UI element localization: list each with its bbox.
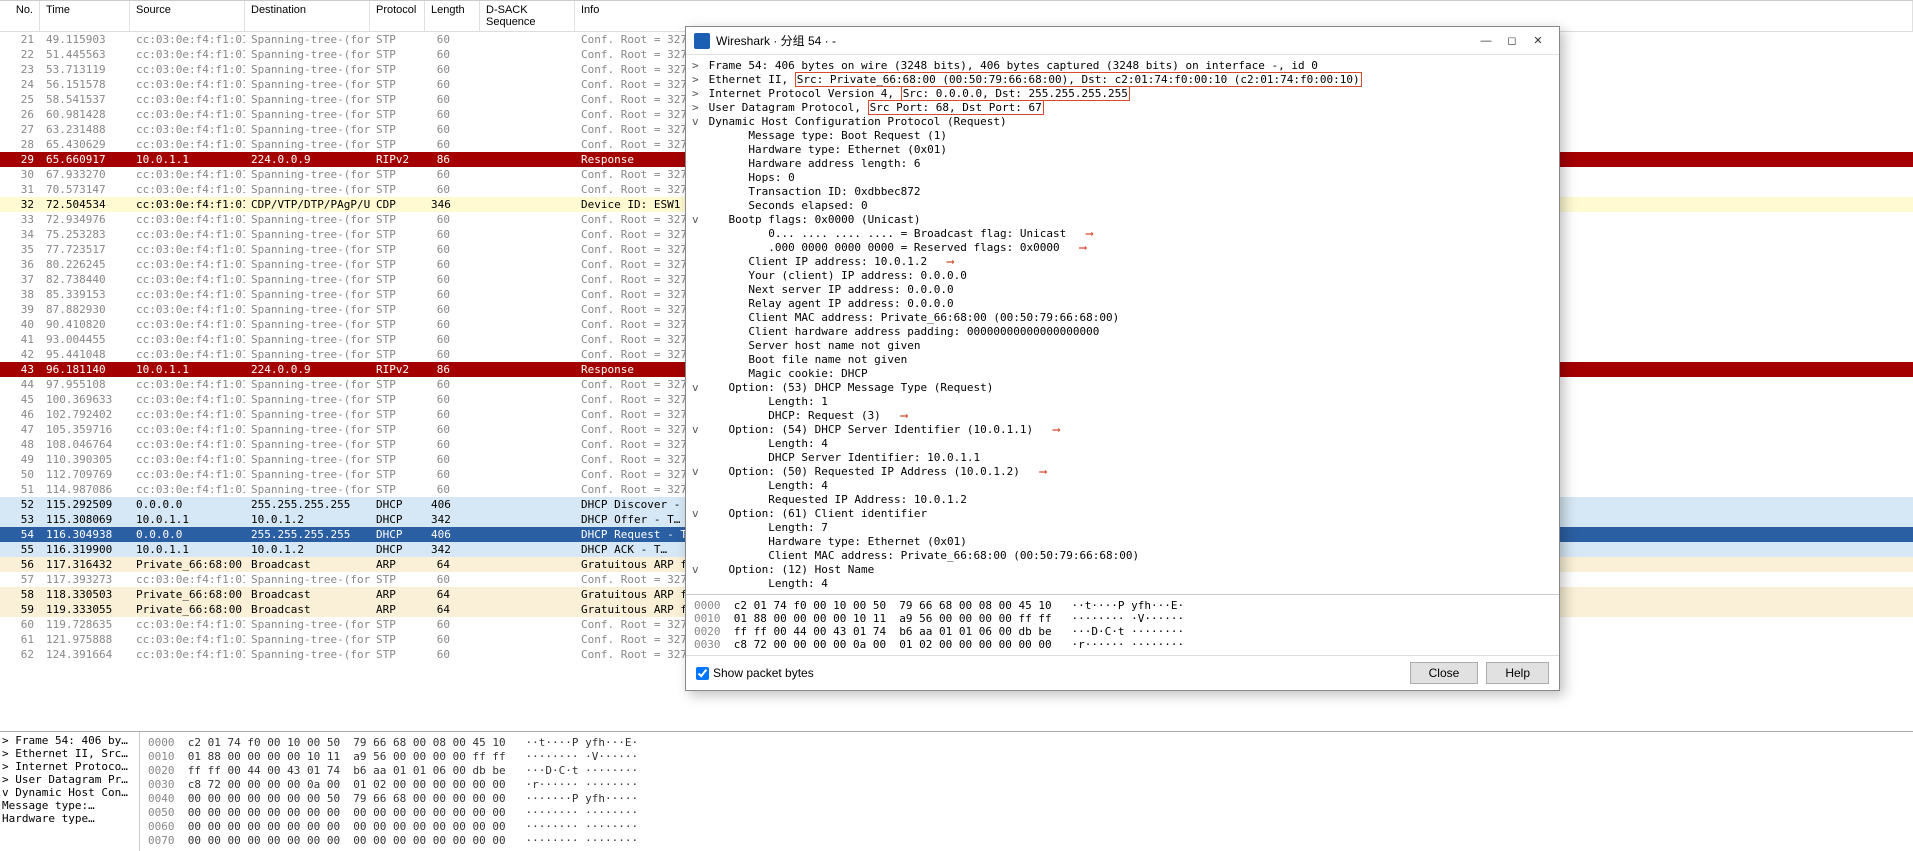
hex-line[interactable]: 0030 c8 72 00 00 00 00 0a 00 01 02 00 00… — [148, 778, 1905, 792]
annotation-arrow-icon: ⟶ — [1086, 227, 1093, 240]
dialog-tree-line[interactable]: Length: 4 — [692, 577, 1553, 591]
dialog-tree-line[interactable]: DHCP: Request (3) ⟶ — [692, 409, 1553, 423]
tree-line[interactable]: Message type:… — [2, 799, 137, 812]
packet-bytes-hex-small[interactable]: 0000 c2 01 74 f0 00 10 00 50 79 66 68 00… — [140, 732, 1913, 851]
dialog-tree-line[interactable]: Next server IP address: 0.0.0.0 — [692, 283, 1553, 297]
tree-line[interactable]: > User Datagram Pr… — [2, 773, 137, 786]
dialog-tree-line[interactable]: v Option: (12) Host Name — [692, 563, 1553, 577]
dialog-tree-line[interactable]: Relay agent IP address: 0.0.0.0 — [692, 297, 1553, 311]
dialog-tree-line[interactable]: Transaction ID: 0xdbbec872 — [692, 185, 1553, 199]
hex-line[interactable]: 0020 ff ff 00 44 00 43 01 74 b6 aa 01 01… — [148, 764, 1905, 778]
dialog-tree-line[interactable]: Length: 4 — [692, 437, 1553, 451]
dialog-tree-line[interactable]: Client hardware address padding: 0000000… — [692, 325, 1553, 339]
col-header-protocol[interactable]: Protocol — [370, 1, 425, 31]
dialog-tree-line[interactable]: .000 0000 0000 0000 = Reserved flags: 0x… — [692, 241, 1553, 255]
dialog-tree-line[interactable]: Hops: 0 — [692, 171, 1553, 185]
hex-line[interactable]: 0040 00 00 00 00 00 00 00 50 79 66 68 00… — [148, 792, 1905, 806]
tree-line[interactable]: v Dynamic Host Con… — [2, 786, 137, 799]
dialog-hex-line[interactable]: 0010 01 88 00 00 00 00 10 11 a9 56 00 00… — [694, 612, 1551, 625]
dialog-hex-pane[interactable]: 0000 c2 01 74 f0 00 10 00 50 79 66 68 00… — [686, 594, 1559, 655]
dialog-tree-line[interactable]: v Bootp flags: 0x0000 (Unicast) — [692, 213, 1553, 227]
dialog-tree-line[interactable]: > Internet Protocol Version 4, Src: 0.0.… — [692, 87, 1553, 101]
tree-line[interactable]: > Frame 54: 406 by… — [2, 734, 137, 747]
dialog-tree-line[interactable]: Client MAC address: Private_66:68:00 (00… — [692, 311, 1553, 325]
dialog-hex-line[interactable]: 0000 c2 01 74 f0 00 10 00 50 79 66 68 00… — [694, 599, 1551, 612]
show-packet-bytes-label: Show packet bytes — [713, 666, 814, 680]
dialog-tree-line[interactable]: v Option: (61) Client identifier — [692, 507, 1553, 521]
close-button[interactable]: ✕ — [1525, 31, 1551, 51]
col-header-source[interactable]: Source — [130, 1, 245, 31]
dialog-tree-line[interactable]: Length: 7 — [692, 521, 1553, 535]
hex-line[interactable]: 0010 01 88 00 00 00 00 10 11 a9 56 00 00… — [148, 750, 1905, 764]
tree-line[interactable]: > Ethernet II, Src… — [2, 747, 137, 760]
show-packet-bytes-input[interactable] — [696, 667, 709, 680]
packet-detail-dialog: Wireshark · 分组 54 · - — ◻ ✕ > Frame 54: … — [685, 26, 1560, 691]
dialog-tree-line[interactable]: Client MAC address: Private_66:68:00 (00… — [692, 549, 1553, 563]
dialog-close-button[interactable]: Close — [1410, 662, 1479, 684]
dialog-tree-line[interactable]: Message type: Boot Request (1) — [692, 129, 1553, 143]
dialog-tree-line[interactable]: Magic cookie: DHCP — [692, 367, 1553, 381]
dialog-hex-line[interactable]: 0030 c8 72 00 00 00 00 0a 00 01 02 00 00… — [694, 638, 1551, 651]
dialog-hex-line[interactable]: 0020 ff ff 00 44 00 43 01 74 b6 aa 01 01… — [694, 625, 1551, 638]
dialog-tree-line[interactable]: Client IP address: 10.0.1.2 ⟶ — [692, 255, 1553, 269]
hex-line[interactable]: 0050 00 00 00 00 00 00 00 00 00 00 00 00… — [148, 806, 1905, 820]
col-header-length[interactable]: Length — [425, 1, 480, 31]
annotation-arrow-icon: ⟶ — [947, 255, 954, 268]
show-packet-bytes-checkbox[interactable]: Show packet bytes — [696, 666, 814, 680]
col-header-dsack[interactable]: D-SACK Sequence — [480, 1, 575, 31]
dialog-tree-line[interactable]: v Dynamic Host Configuration Protocol (R… — [692, 115, 1553, 129]
dialog-tree-line[interactable]: > Ethernet II, Src: Private_66:68:00 (00… — [692, 73, 1553, 87]
col-header-destination[interactable]: Destination — [245, 1, 370, 31]
dialog-tree-line[interactable]: Hardware type: Ethernet (0x01) — [692, 143, 1553, 157]
dialog-tree-line[interactable]: 0... .... .... .... = Broadcast flag: Un… — [692, 227, 1553, 241]
annotation-arrow-icon: ⟶ — [1053, 423, 1060, 436]
packet-details-tree-small[interactable]: > Frame 54: 406 by…> Ethernet II, Src…> … — [0, 732, 140, 851]
dialog-tree-line[interactable]: Server host name not given — [692, 339, 1553, 353]
hex-line[interactable]: 0060 00 00 00 00 00 00 00 00 00 00 00 00… — [148, 820, 1905, 834]
wireshark-icon — [694, 33, 710, 49]
dialog-tree-line[interactable]: v Option: (50) Requested IP Address (10.… — [692, 465, 1553, 479]
annotation-arrow-icon: ⟶ — [1080, 241, 1087, 254]
tree-line[interactable]: > Internet Protoco… — [2, 760, 137, 773]
dialog-tree-line[interactable]: DHCP Server Identifier: 10.0.1.1 — [692, 451, 1553, 465]
hex-line[interactable]: 0070 00 00 00 00 00 00 00 00 00 00 00 00… — [148, 834, 1905, 848]
col-header-time[interactable]: Time — [40, 1, 130, 31]
dialog-tree-line[interactable]: Length: 4 — [692, 479, 1553, 493]
hex-line[interactable]: 0000 c2 01 74 f0 00 10 00 50 79 66 68 00… — [148, 736, 1905, 750]
dialog-help-button[interactable]: Help — [1486, 662, 1549, 684]
dialog-title-text: Wireshark · 分组 54 · - — [716, 32, 1473, 49]
dialog-tree-line[interactable]: Length: 1 — [692, 395, 1553, 409]
dialog-tree-line[interactable]: Boot file name not given — [692, 353, 1553, 367]
dialog-titlebar[interactable]: Wireshark · 分组 54 · - — ◻ ✕ — [686, 27, 1559, 55]
maximize-button[interactable]: ◻ — [1499, 31, 1525, 51]
dialog-tree-line[interactable]: > User Datagram Protocol, Src Port: 68, … — [692, 101, 1553, 115]
dialog-tree-line[interactable]: v Option: (53) DHCP Message Type (Reques… — [692, 381, 1553, 395]
dialog-tree-line[interactable]: Seconds elapsed: 0 — [692, 199, 1553, 213]
annotation-arrow-icon: ⟶ — [1040, 465, 1047, 478]
col-header-no[interactable]: No. — [0, 1, 40, 31]
dialog-tree-line[interactable]: Requested IP Address: 10.0.1.2 — [692, 493, 1553, 507]
dialog-packet-tree[interactable]: > Frame 54: 406 bytes on wire (3248 bits… — [686, 55, 1559, 594]
dialog-tree-line[interactable]: Your (client) IP address: 0.0.0.0 — [692, 269, 1553, 283]
dialog-tree-line[interactable]: Hardware address length: 6 — [692, 157, 1553, 171]
tree-line[interactable]: Hardware type… — [2, 812, 137, 825]
minimize-button[interactable]: — — [1473, 31, 1499, 51]
dialog-tree-line[interactable]: v Option: (54) DHCP Server Identifier (1… — [692, 423, 1553, 437]
dialog-tree-line[interactable]: Hardware type: Ethernet (0x01) — [692, 535, 1553, 549]
annotation-arrow-icon: ⟶ — [901, 409, 908, 422]
dialog-tree-line[interactable]: > Frame 54: 406 bytes on wire (3248 bits… — [692, 59, 1553, 73]
